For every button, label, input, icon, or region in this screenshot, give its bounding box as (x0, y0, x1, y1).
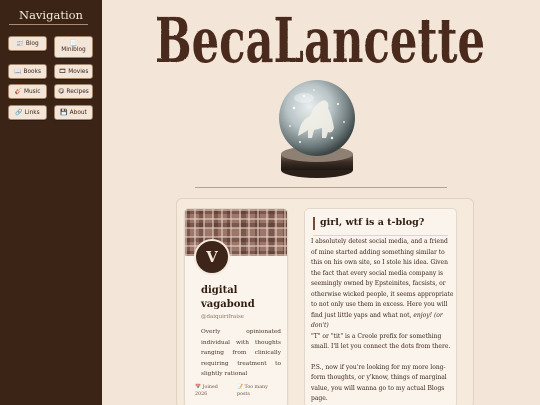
profile-name: digital vagabond (201, 285, 255, 310)
site-title[interactable]: BecaLancette (150, 4, 490, 77)
posts-label: Too many (244, 385, 268, 390)
site-title-text: BecaLancette (155, 4, 485, 68)
newspaper-icon: 📰 (16, 40, 24, 47)
yum-face-icon: 😋 (58, 88, 65, 95)
sidebar: Navigation 📰 Blog 📃 Miniblog 📖 Books 🎞 M… (0, 0, 102, 405)
post-body: I absolutely detest social media, and a … (311, 237, 454, 405)
page-icon: 📃 (69, 39, 78, 47)
nav-title: Navigation (19, 8, 83, 22)
title-accent-bar (313, 217, 315, 230)
post-divider (313, 235, 448, 236)
profile-bio: Overly opinionated individual with thoug… (201, 329, 281, 377)
nav-button-miniblog[interactable]: 📃 Miniblog (54, 36, 93, 58)
nav-button-books[interactable]: 📖 Books (8, 64, 47, 79)
link-icon: 🔗 (15, 109, 23, 116)
post-paragraph: "T" or "tit" is a Creole prefix for some… (311, 332, 451, 351)
nav-button-movies[interactable]: 🎞 Movies (54, 64, 93, 79)
joined-label: Joined (202, 385, 218, 390)
book-icon: 📖 (14, 68, 22, 75)
nav-label: Recipes (66, 88, 89, 95)
joined-meta: 📅 Joined 2026 (195, 384, 218, 398)
memo-icon: 📝 (237, 385, 243, 390)
header-divider (195, 187, 447, 188)
nav-button-blog[interactable]: 📰 Blog (8, 36, 47, 51)
nav-label: Music (23, 88, 41, 95)
nav-divider (9, 24, 88, 25)
nav-label: Blog (25, 40, 39, 47)
nav-button-music[interactable]: 🎸 Music (8, 84, 47, 99)
post-paragraph: I absolutely detest social media, and a … (311, 237, 454, 332)
nav-label: Movies (68, 68, 89, 75)
calendar-icon: 📅 (195, 385, 201, 390)
guitar-icon: 🎸 (14, 88, 22, 95)
joined-year: 2026 (195, 392, 208, 397)
nav-button-about[interactable]: 💾 About (54, 105, 93, 120)
site-title-logo: BecaLancette (155, 4, 485, 77)
snow-globe-image (274, 78, 360, 182)
nav-button-recipes[interactable]: 😋 Recipes (54, 84, 93, 99)
nav-label: Books (23, 68, 41, 75)
post-paragraph: P.S., now if you're looking for my more … (311, 363, 447, 403)
film-icon: 🎞 (58, 68, 67, 75)
avatar: V (194, 239, 230, 275)
nav-label: Links (24, 109, 40, 116)
post-text: I absolutely detest social media, and a … (311, 238, 454, 319)
profile-card: V digital vagabond @daiquirifraise Overl… (184, 208, 288, 405)
post-title: girl, wtf is a t-blog? (320, 217, 425, 228)
posts-label-2: posts (237, 392, 250, 397)
floppy-disk-icon: 💾 (60, 109, 68, 116)
posts-meta: 📝 Too many posts (237, 384, 268, 398)
nav-label: Miniblog (61, 46, 86, 53)
nav-label: About (69, 109, 87, 116)
profile-handle: @daiquirifraise (201, 314, 245, 320)
post-card: girl, wtf is a t-blog? I absolutely dete… (304, 208, 457, 405)
nav-button-links[interactable]: 🔗 Links (8, 105, 47, 120)
